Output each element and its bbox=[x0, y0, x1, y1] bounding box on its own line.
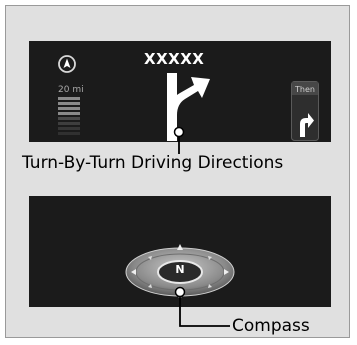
navigation-compass-icon bbox=[58, 55, 76, 73]
distance-label: 20 mi bbox=[58, 85, 84, 95]
compass-caption: Compass bbox=[232, 316, 310, 336]
compass-heading: N bbox=[175, 263, 185, 276]
street-name: XXXXX bbox=[144, 50, 205, 68]
turn-by-turn-caption: Turn-By-Turn Driving Directions bbox=[22, 153, 284, 173]
compass-leader-line bbox=[174, 286, 230, 327]
turn-right-arrow-icon bbox=[300, 113, 314, 137]
turn-by-turn-leader-line bbox=[173, 126, 185, 154]
distance-bar-gauge bbox=[58, 97, 80, 135]
keep-right-arrow-icon bbox=[167, 73, 210, 141]
then-label: Then bbox=[295, 85, 315, 94]
